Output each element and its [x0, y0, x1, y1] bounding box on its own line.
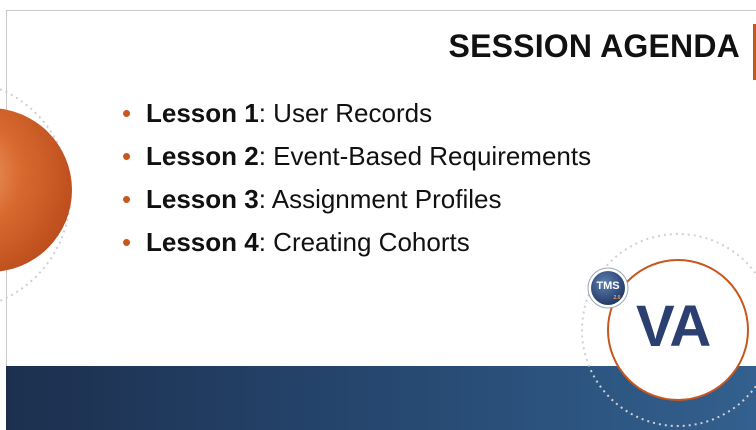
lesson-topic: : Assignment Profiles: [258, 184, 502, 214]
agenda-item-2: • Lesson 2: Event-Based Requirements: [122, 135, 591, 178]
bullet-icon: •: [122, 98, 132, 128]
va-logo-text: VA: [636, 294, 711, 359]
bullet-icon: •: [122, 141, 132, 171]
slide: SESSION AGENDA • Lesson 1: User Records …: [0, 0, 756, 430]
lesson-topic: : Creating Cohorts: [258, 227, 470, 257]
page-title: SESSION AGENDA: [448, 28, 740, 64]
tms-badge-version: 2.0: [614, 295, 621, 301]
agenda-list: • Lesson 1: User Records • Lesson 2: Eve…: [122, 92, 591, 264]
left-decoration-icon: [0, 88, 72, 302]
lesson-label: Lesson 4: [146, 227, 259, 257]
bullet-icon: •: [122, 227, 132, 257]
lesson-label: Lesson 1: [146, 98, 259, 128]
agenda-item-3: • Lesson 3: Assignment Profiles: [122, 178, 591, 221]
tms-badge-text: TMS: [596, 280, 619, 292]
agenda-item-4: • Lesson 4: Creating Cohorts: [122, 221, 591, 264]
agenda-item-1: • Lesson 1: User Records: [122, 92, 591, 135]
lesson-topic: : User Records: [258, 98, 433, 128]
tms-badge-icon: TMS 2.0: [587, 267, 629, 309]
lesson-topic: : Event-Based Requirements: [258, 141, 592, 171]
bullet-icon: •: [122, 184, 132, 214]
lesson-label: Lesson 2: [146, 141, 259, 171]
lesson-label: Lesson 3: [146, 184, 259, 214]
